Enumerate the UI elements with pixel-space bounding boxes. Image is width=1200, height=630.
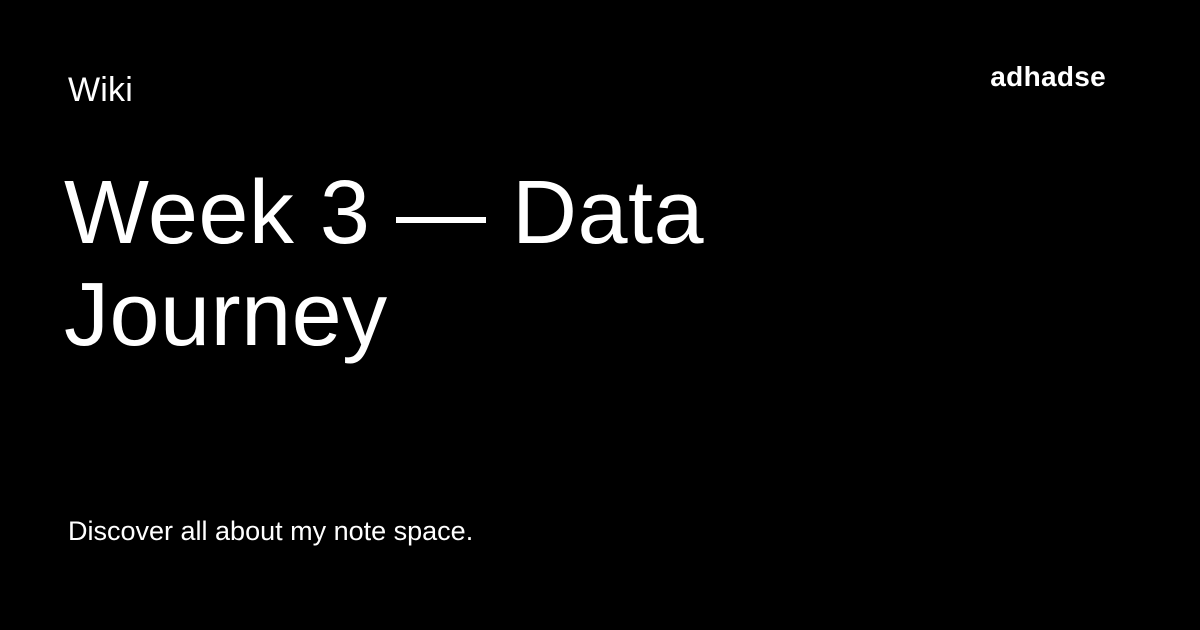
page-description: Discover all about my note space.: [68, 516, 474, 546]
social-preview-card: Wiki adhadse Week 3 — Data Journey Disco…: [0, 0, 1200, 630]
section-label: Wiki: [68, 71, 133, 109]
brand-logo: adhadse: [990, 61, 1106, 92]
page-title: Week 3 — Data Journey: [64, 163, 705, 365]
